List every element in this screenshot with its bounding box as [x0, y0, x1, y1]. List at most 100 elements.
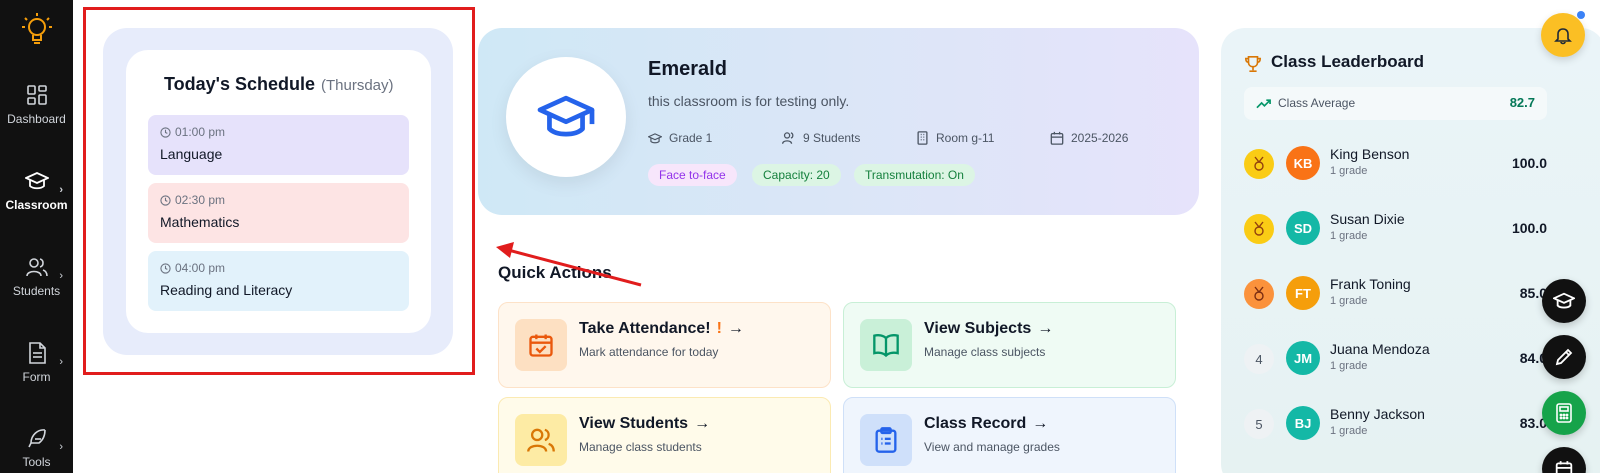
arrow-right-icon: → — [727, 320, 744, 337]
highlight-box — [83, 7, 475, 375]
chevron-right-icon: › — [59, 184, 63, 196]
class-average-row: Class Average 82.7 — [1244, 87, 1547, 120]
qa-icon-box — [515, 319, 567, 371]
gold-medal-icon — [1244, 149, 1274, 179]
qa-icon-box — [515, 414, 567, 466]
class-record-card[interactable]: Class Record → View and manage grades — [843, 397, 1176, 473]
student-score: 100.0 — [1511, 220, 1547, 236]
clipboard-icon — [875, 427, 897, 453]
leaderboard-row[interactable]: KB King Benson 1 grade 100.0 — [1244, 143, 1547, 183]
sidebar-item-dashboard[interactable]: Dashboard — [0, 84, 73, 126]
student-name: Juana Mendoza — [1330, 341, 1430, 357]
qa-icon-box — [860, 319, 912, 371]
graduation-cap-icon — [648, 132, 662, 143]
class-description: this classroom is for testing only. — [648, 93, 850, 109]
trophy-icon — [1244, 55, 1262, 73]
graduation-cap-icon — [24, 172, 49, 190]
chevron-right-icon: › — [59, 356, 63, 368]
sidebar-item-label: Form — [22, 370, 51, 384]
notification-dot — [1577, 11, 1585, 19]
class-avatar — [506, 57, 626, 177]
notification-bell-button[interactable] — [1541, 13, 1585, 57]
capacity-tag: Capacity: 20 — [752, 164, 841, 186]
rank-number: 4 — [1244, 344, 1274, 374]
qa-heading: View Students → — [579, 415, 710, 433]
student-name: Benny Jackson — [1330, 406, 1425, 422]
student-name: King Benson — [1330, 146, 1410, 162]
book-icon — [873, 334, 899, 358]
student-grade: 1 grade — [1330, 360, 1368, 372]
avatar: KB — [1286, 146, 1320, 180]
qa-heading: Class Record → — [924, 415, 1048, 433]
class-year-text: 2025-2026 — [1071, 131, 1129, 145]
leaderboard-row[interactable]: SD Susan Dixie 1 grade 100.0 — [1244, 208, 1547, 248]
leaderboard-row[interactable]: FT Frank Toning 1 grade 85.0 — [1244, 273, 1547, 313]
avatar: BJ — [1286, 406, 1320, 440]
arrow-right-icon: → — [1037, 320, 1054, 337]
chevron-right-icon: › — [59, 441, 63, 453]
edit-fab-button[interactable] — [1542, 335, 1586, 379]
chevron-right-icon: › — [59, 270, 63, 282]
users-icon — [25, 258, 48, 277]
qa-subtitle: Manage class students — [579, 440, 702, 454]
alert-icon: ! — [716, 320, 722, 337]
graduation-cap-icon — [1553, 292, 1575, 309]
view-subjects-card[interactable]: View Subjects → Manage class subjects — [843, 302, 1176, 388]
sidebar-item-classroom[interactable]: Classroom › — [0, 170, 73, 212]
qa-subtitle: View and manage grades — [924, 440, 1060, 454]
sidebar-item-label: Students — [12, 284, 61, 298]
avatar: FT — [1286, 276, 1320, 310]
pencil-icon — [1555, 348, 1573, 366]
student-name: Frank Toning — [1330, 276, 1411, 292]
qa-title-text: Take Attendance! — [579, 320, 711, 337]
leaderboard-title: Class Leaderboard — [1271, 52, 1425, 71]
take-attendance-card[interactable]: Take Attendance! ! → Mark attendance for… — [498, 302, 831, 388]
avatar: JM — [1286, 341, 1320, 375]
mode-tag: Face to-face — [648, 164, 737, 186]
qa-subtitle: Manage class subjects — [924, 345, 1046, 359]
class-room-text: Room g-11 — [936, 131, 995, 145]
users-icon — [782, 132, 794, 144]
class-average-value: 82.7 — [1509, 95, 1535, 110]
student-name: Susan Dixie — [1330, 211, 1405, 227]
calendar-icon — [1555, 461, 1573, 473]
qa-title-text: View Students — [579, 415, 689, 432]
qa-title-text: View Subjects — [924, 320, 1032, 337]
sidebar-item-tools[interactable]: Tools › — [0, 427, 73, 469]
calculator-icon — [1556, 403, 1572, 423]
qa-title-text: Class Record — [924, 415, 1027, 432]
classroom-page: Dashboard Classroom › Students › Form › — [0, 0, 1600, 473]
transmutation-tag: Transmutation: On — [854, 164, 975, 186]
qa-subtitle: Mark attendance for today — [579, 345, 719, 359]
sidebar-item-form[interactable]: Form › — [0, 342, 73, 384]
class-average-label: Class Average — [1278, 96, 1356, 110]
student-score: 100.0 — [1511, 155, 1547, 171]
calendar-check-icon — [529, 334, 553, 357]
bronze-medal-icon — [1244, 279, 1274, 309]
student-grade: 1 grade — [1330, 165, 1368, 177]
leaderboard-row[interactable]: 4 JM Juana Mendoza 1 grade 84.0 — [1244, 338, 1547, 378]
sidebar-item-label: Tools — [22, 455, 51, 469]
qa-heading: View Subjects → — [924, 320, 1053, 338]
rank-number: 5 — [1244, 409, 1274, 439]
sidebar-item-label: Dashboard — [7, 112, 66, 126]
calculator-fab-button[interactable] — [1542, 391, 1586, 435]
class-students: 9 Students — [782, 131, 860, 145]
class-room: Room g-11 — [916, 131, 994, 145]
class-grade: Grade 1 — [648, 131, 712, 145]
class-name: Emerald — [648, 58, 727, 80]
feather-icon — [27, 429, 46, 448]
annotation-arrow — [496, 242, 642, 287]
arrow-right-icon: → — [1032, 415, 1049, 432]
student-grade: 1 grade — [1330, 425, 1368, 437]
gold-medal-icon — [1244, 214, 1274, 244]
view-students-card[interactable]: View Students → Manage class students — [498, 397, 831, 473]
building-icon — [917, 131, 928, 145]
classroom-fab-button[interactable] — [1542, 279, 1586, 323]
qa-icon-box — [860, 414, 912, 466]
lightbulb-logo-icon[interactable] — [22, 12, 52, 52]
qa-heading: Take Attendance! ! → — [579, 320, 744, 338]
sidebar-item-students[interactable]: Students › — [0, 256, 73, 298]
leaderboard-row[interactable]: 5 BJ Benny Jackson 1 grade 83.0 — [1244, 403, 1547, 443]
student-grade: 1 grade — [1330, 295, 1368, 307]
